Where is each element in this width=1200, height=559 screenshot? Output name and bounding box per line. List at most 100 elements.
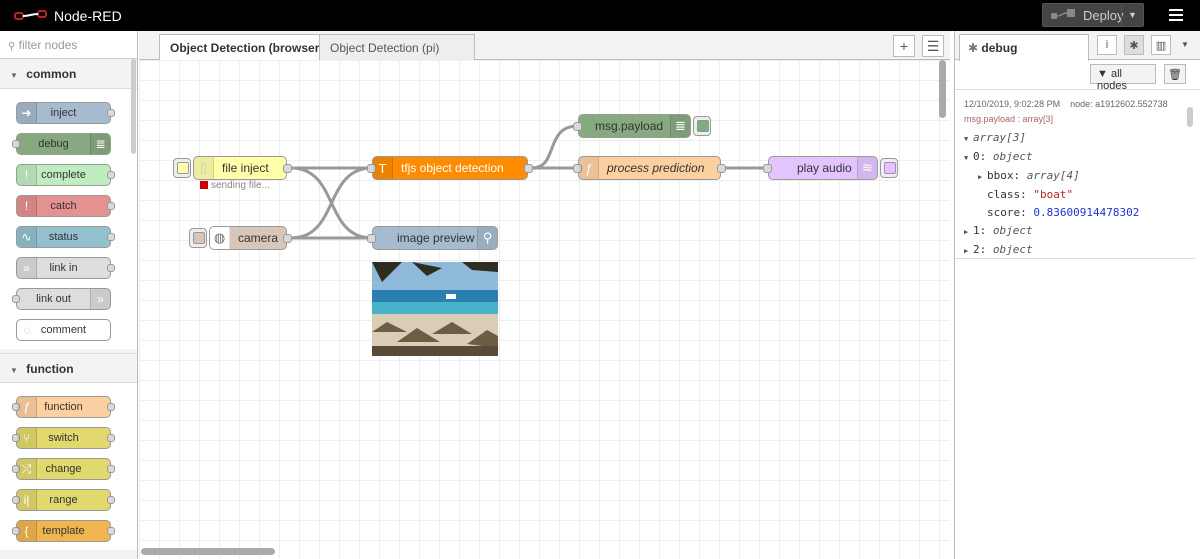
palette-node-label: function — [44, 401, 83, 413]
debug-toggle-button[interactable] — [693, 116, 711, 136]
node-status-text: sending file... — [211, 180, 270, 191]
palette-node-switch[interactable]: ⑂ switch — [12, 427, 115, 449]
pulse-icon: ∿ — [17, 227, 37, 247]
filter-all-nodes-button[interactable]: ▼ all nodes — [1090, 64, 1156, 92]
speech-bubble-icon: ◌ — [23, 323, 31, 337]
trash-icon[interactable]: 🗑 — [1164, 64, 1186, 84]
workspace-tab-bar: Object Detection (browser) Object Detect… — [139, 31, 950, 61]
tree-key: 1 — [973, 224, 980, 237]
debug-list-icon: ≣ — [90, 134, 110, 154]
bug-icon: ✱ — [968, 41, 979, 55]
palette-node-label: inject — [50, 107, 77, 119]
tree-row-item-0[interactable]: ▼ 0: object — [964, 148, 1196, 167]
tab-object-detection-browser[interactable]: Object Detection (browser) — [159, 34, 335, 61]
sidebar-tab-bar: ✱ debug i ✱ ▥ ▼ — [955, 31, 1200, 61]
output-port[interactable] — [717, 164, 726, 173]
tree-key: class — [987, 188, 1021, 201]
palette-node-label: change — [45, 463, 82, 475]
deploy-icon — [1051, 9, 1075, 19]
link-arrow-icon: » — [17, 258, 37, 278]
palette-node-label: link in — [49, 262, 78, 274]
flow-node-tfjs-object-detection[interactable]: T tfjs object detection — [367, 156, 533, 180]
audio-toggle-button[interactable] — [880, 158, 898, 178]
filter-icon: ▼ — [1097, 68, 1108, 80]
input-port[interactable] — [573, 122, 582, 131]
flow-canvas[interactable]: ▯ file inject sending file... ◍ camera T… — [139, 60, 950, 559]
shuffle-icon: ⤮ — [17, 459, 37, 479]
camera-trigger-button[interactable] — [189, 228, 207, 248]
palette-category-common-body: ➜ inject debug ≣ ! complete ! catch ∿ st… — [0, 89, 137, 349]
flow-node-play-audio[interactable]: play audio ≋ — [763, 156, 898, 180]
palette-node-label: range — [49, 494, 78, 506]
wire — [531, 124, 579, 170]
output-port[interactable] — [524, 164, 533, 173]
canvas-horizontal-scrollbar[interactable] — [141, 548, 275, 555]
node-palette: ⚲ filter nodes ▼ common ➜ inject debug ≣… — [0, 31, 138, 559]
input-port[interactable] — [367, 234, 376, 243]
tree-row-item-1[interactable]: ▶ 1: object — [964, 222, 1196, 241]
info-icon[interactable]: i — [1097, 35, 1117, 55]
palette-node-inject[interactable]: ➜ inject — [16, 102, 115, 124]
palette-node-status[interactable]: ∿ status — [16, 226, 115, 248]
flow-node-file-inject[interactable]: ▯ file inject — [173, 156, 292, 180]
output-port[interactable] — [283, 234, 292, 243]
palette-node-change[interactable]: ⤮ change — [12, 458, 115, 480]
deploy-menu-caret-icon[interactable]: ▼ — [1121, 4, 1143, 26]
palette-node-link-in[interactable]: » link in — [16, 257, 115, 279]
palette-node-comment[interactable]: ◌ comment — [16, 319, 111, 341]
add-flow-plus-icon[interactable]: + — [893, 35, 915, 57]
inject-trigger-button[interactable] — [173, 158, 191, 178]
palette-node-complete[interactable]: ! complete — [16, 164, 115, 186]
wire — [290, 166, 373, 240]
main-menu-hamburger-icon[interactable] — [1166, 6, 1186, 26]
node-red-logo-icon — [14, 10, 47, 20]
debug-timestamp: 12/10/2019, 9:02:28 PM — [964, 99, 1061, 109]
palette-category-function[interactable]: ▼ function — [0, 353, 137, 383]
filter-placeholder: filter nodes — [18, 38, 78, 52]
deploy-button[interactable]: Deploy ▼ — [1042, 3, 1144, 27]
input-port[interactable] — [763, 164, 772, 173]
tree-row-root[interactable]: ▼ array[3] — [964, 129, 1196, 148]
tab-debug[interactable]: ✱ debug — [959, 34, 1089, 61]
palette-node-template[interactable]: { template — [12, 520, 115, 542]
flow-node-camera[interactable]: ◍ camera — [189, 226, 292, 250]
wires-layer — [290, 124, 768, 240]
beach-photo — [372, 262, 498, 356]
tree-type: object — [992, 243, 1033, 256]
palette-scrollbar[interactable] — [131, 59, 136, 154]
tree-row-item-2[interactable]: ▶ 2: object — [964, 241, 1196, 260]
flow-node-msg-payload[interactable]: msg.payload ≣ — [573, 114, 711, 138]
status-indicator-red — [200, 181, 208, 189]
output-port — [107, 109, 115, 117]
debug-node-id[interactable]: node: a1912602.552738 — [1070, 99, 1168, 109]
tree-key: 2 — [973, 243, 980, 256]
palette-category-common[interactable]: ▼ common — [0, 59, 137, 89]
chevron-down-icon: ▼ — [10, 366, 18, 375]
debug-message: 12/10/2019, 9:02:28 PM node: a1912602.55… — [955, 94, 1196, 259]
flow-node-process-prediction[interactable]: ƒ process prediction — [573, 156, 726, 180]
exclamation-icon: ! — [17, 165, 37, 185]
tab-object-detection-pi[interactable]: Object Detection (pi) — [319, 34, 475, 60]
palette-node-catch[interactable]: ! catch — [16, 195, 115, 217]
palette-category-function-body: ƒ function ⑂ switch ⤮ change i| range { … — [0, 383, 137, 550]
palette-node-link-out[interactable]: link out » — [12, 288, 111, 310]
dashboard-chart-icon[interactable]: ▥ — [1151, 35, 1171, 55]
canvas-vertical-scrollbar[interactable] — [939, 60, 946, 118]
list-flows-icon[interactable]: ☰ — [922, 35, 944, 57]
tree-row-bbox[interactable]: ▶ bbox: array[4] — [964, 167, 1196, 186]
palette-node-function[interactable]: ƒ function — [12, 396, 115, 418]
palette-filter-input[interactable]: ⚲ filter nodes — [0, 31, 137, 59]
debug-scrollbar[interactable] — [1187, 107, 1193, 127]
debug-bug-icon[interactable]: ✱ — [1124, 35, 1144, 55]
flow-node-image-preview[interactable]: image preview ⚲ — [367, 226, 498, 250]
palette-node-debug[interactable]: debug ≣ — [12, 133, 111, 155]
palette-node-range[interactable]: i| range — [12, 489, 115, 511]
debug-topic: msg.payload : array[3] — [964, 114, 1054, 124]
sidebar-menu-caret-icon[interactable]: ▼ — [1181, 40, 1189, 49]
node-label: file inject — [222, 161, 269, 175]
palette-node-label: catch — [50, 200, 77, 212]
output-port[interactable] — [283, 164, 292, 173]
output-port — [107, 264, 115, 272]
curly-brace-icon: { — [17, 521, 37, 541]
tree-type: array[3] — [973, 131, 1026, 144]
